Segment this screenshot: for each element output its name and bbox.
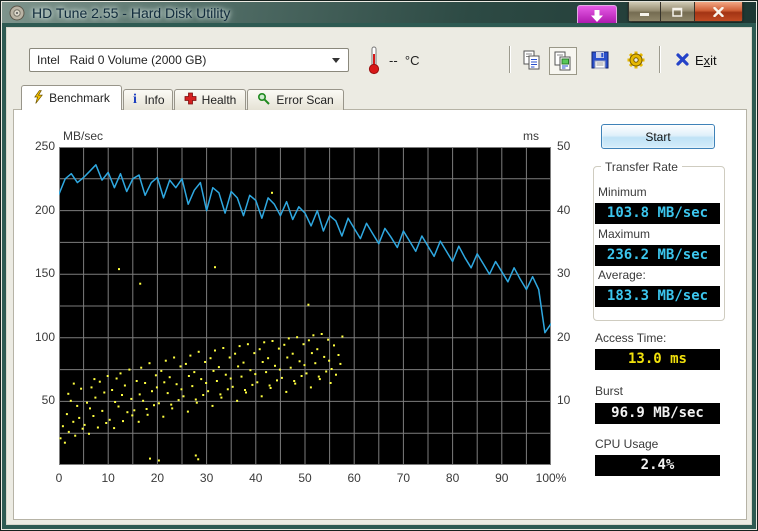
- tab-error-scan[interactable]: Error Scan: [247, 89, 344, 110]
- maximum-value-display: 236.2 MB/sec: [595, 245, 720, 266]
- minimize-button[interactable]: [628, 2, 661, 22]
- maximum-label: Maximum: [598, 227, 651, 241]
- axis-tick-label: 70: [396, 471, 411, 485]
- transfer-rate-title: Transfer Rate: [601, 160, 682, 174]
- svg-text:i: i: [134, 92, 138, 105]
- hd-tune-window: HD Tune 2.55 - Hard Disk Utility Intel R…: [0, 0, 758, 531]
- axis-tick-label: 30: [199, 471, 214, 485]
- axis-tick-label: 100: [34, 329, 55, 344]
- maximize-button[interactable]: [661, 2, 694, 22]
- minimum-value-display: 103.8 MB/sec: [595, 203, 720, 224]
- axis-tick-label: 80: [445, 471, 460, 485]
- chevron-down-icon: [332, 57, 340, 63]
- axis-tick-label: 150: [34, 266, 55, 281]
- app-icon: [9, 5, 25, 21]
- cpu-usage-label: CPU Usage: [595, 437, 659, 451]
- tab-benchmark[interactable]: Benchmark: [21, 85, 122, 110]
- exit-icon[interactable]: [675, 52, 690, 72]
- average-label: Average:: [598, 268, 646, 282]
- cpu-usage-display: 2.4%: [595, 455, 720, 476]
- toolbar-separator: [509, 46, 510, 73]
- tab-health[interactable]: Health: [174, 89, 246, 110]
- health-cross-icon: [184, 92, 197, 108]
- axis-tick-label: 100%: [535, 471, 567, 485]
- axis-tick-label: 0: [55, 471, 63, 485]
- drive-select-dropdown[interactable]: Intel Raid 0 Volume (2000 GB): [29, 48, 349, 72]
- axis-tick-label: 60: [347, 471, 361, 485]
- save-screenshot-button[interactable]: [587, 47, 613, 73]
- axis-tick-label: 90: [495, 471, 509, 485]
- burst-display: 96.9 MB/sec: [595, 403, 720, 424]
- magnifier-icon: [257, 92, 271, 108]
- access-time-label: Access Time:: [595, 331, 667, 345]
- right-axis-title: ms: [523, 129, 539, 143]
- close-button[interactable]: [694, 2, 743, 22]
- axis-tick-label: 250: [34, 139, 55, 153]
- tab-label: Error Scan: [276, 93, 334, 107]
- axis-tick-label: 50: [41, 393, 55, 408]
- copy-text-button[interactable]: [519, 47, 545, 73]
- axis-tick-label: 20: [557, 329, 571, 344]
- start-button[interactable]: Start: [601, 124, 715, 149]
- axis-tick-label: 50: [298, 471, 312, 485]
- options-icon[interactable]: [623, 47, 649, 73]
- download-overlay-button[interactable]: [577, 5, 617, 26]
- minimum-label: Minimum: [598, 185, 647, 199]
- axis-tick-label: 30: [557, 266, 571, 281]
- benchmark-chart: [58, 147, 552, 465]
- axis-tick-label: 40: [557, 202, 571, 217]
- window-controls: [628, 2, 743, 22]
- tab-label: Health: [201, 93, 237, 107]
- axis-tick-label: 20: [150, 471, 165, 485]
- benchmark-plot: [58, 147, 552, 465]
- axis-tick-label: 200: [34, 202, 55, 217]
- thermometer-icon: [367, 45, 381, 80]
- exit-button[interactable]: Exit: [695, 53, 717, 68]
- left-axis-title: MB/sec: [63, 129, 104, 143]
- info-icon: i: [131, 92, 139, 108]
- toolbar-separator: [659, 46, 660, 73]
- axis-tick-label: 40: [249, 471, 263, 485]
- axis-tick-label: 50: [557, 139, 571, 153]
- window-title: HD Tune 2.55 - Hard Disk Utility: [32, 5, 231, 21]
- access-time-display: 13.0 ms: [595, 349, 720, 370]
- average-value-display: 183.3 MB/sec: [595, 286, 720, 307]
- copy-screenshot-button[interactable]: [549, 47, 577, 75]
- tab-label: Benchmark: [49, 91, 110, 105]
- tab-info[interactable]: i Info: [123, 89, 173, 110]
- titlebar: HD Tune 2.55 - Hard Disk Utility: [2, 2, 756, 26]
- tab-label: Info: [144, 93, 165, 107]
- axis-tick-label: 10: [557, 393, 571, 408]
- temperature-value: -- °C: [389, 53, 420, 68]
- burst-label: Burst: [595, 384, 624, 398]
- drive-select-value: Intel Raid 0 Volume (2000 GB): [37, 53, 207, 67]
- axis-tick-label: 10: [101, 471, 115, 485]
- benchmark-icon: [33, 89, 44, 107]
